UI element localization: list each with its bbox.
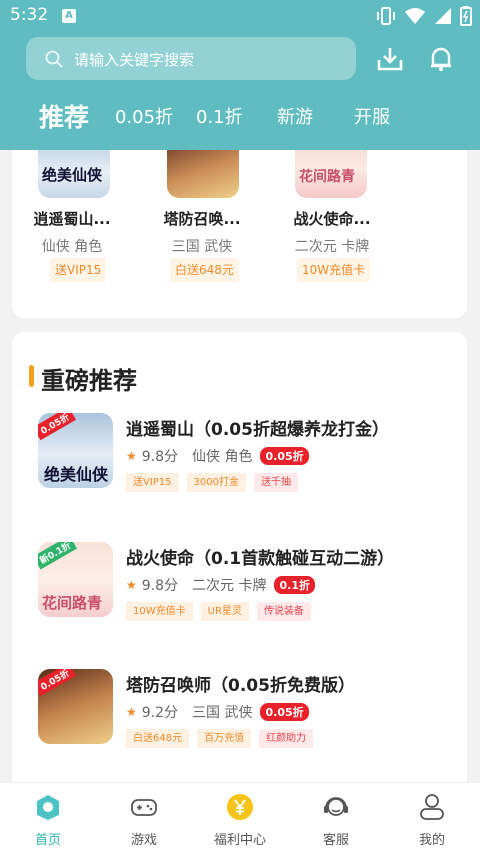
game-icon: 花间路青 bbox=[295, 150, 367, 198]
game-tags: 三国 武侠 bbox=[192, 705, 253, 721]
battery-icon bbox=[460, 6, 472, 26]
benefit-badge: 3000打金 bbox=[186, 473, 246, 492]
download-icon bbox=[377, 48, 403, 71]
nav-label: 游戏 bbox=[130, 833, 157, 848]
tab-recommend[interactable]: 推荐 bbox=[39, 96, 89, 140]
game-meta: ★ 9.8分 仙侠 角色 0.05折 bbox=[126, 445, 309, 467]
tab-005-discount[interactable]: 0.05折 bbox=[115, 96, 173, 140]
yen-coin-icon bbox=[227, 794, 253, 820]
game-tags: 二次元 卡牌 bbox=[294, 239, 370, 255]
discount-corner-badge: 新0.1折 bbox=[38, 542, 77, 570]
nav-home[interactable]: 首页 bbox=[0, 783, 96, 853]
nav-label: 首页 bbox=[34, 833, 61, 848]
star-icon: ★ bbox=[126, 449, 137, 463]
headset-icon bbox=[324, 797, 348, 816]
nav-label: 我的 bbox=[418, 833, 445, 848]
gift-badge: 送VIP15 bbox=[50, 258, 107, 282]
benefit-badge: 10W充值卡 bbox=[126, 602, 193, 621]
benefit-badges: 10W充值卡 UR星灵 传说装备 bbox=[126, 602, 311, 621]
game-tags: 二次元 卡牌 bbox=[192, 578, 267, 594]
nav-label: 客服 bbox=[322, 833, 349, 848]
game-title: 战火使命（0.1首款触碰互动二游） bbox=[126, 549, 395, 569]
benefit-badge: 白送648元 bbox=[126, 729, 190, 748]
game-tags: 三国 武侠 bbox=[171, 239, 233, 255]
benefit-badge: UR星灵 bbox=[200, 602, 249, 621]
discount-badge: 0.1折 bbox=[274, 576, 315, 594]
nav-profile[interactable]: 我的 bbox=[384, 783, 480, 853]
category-tabs: 推荐 0.05折 0.1折 新游 开服 bbox=[0, 96, 480, 142]
notification-button[interactable] bbox=[424, 42, 458, 76]
game-icon: 0.05折 绝美仙侠 bbox=[38, 413, 113, 488]
icon-lettering: 绝美仙侠 bbox=[42, 166, 103, 184]
tab-01-discount[interactable]: 0.1折 bbox=[196, 96, 243, 140]
discount-corner-badge: 0.05折 bbox=[38, 669, 77, 697]
game-title: 逍遥蜀山（0.05折超爆养龙打金） bbox=[126, 420, 389, 440]
game-tags: 仙侠 角色 bbox=[41, 239, 103, 255]
vibrate-icon bbox=[377, 7, 395, 25]
game-score: 9.8分 bbox=[141, 449, 179, 465]
nav-games[interactable]: 游戏 bbox=[96, 783, 192, 853]
game-name: 塔防召唤... bbox=[163, 210, 241, 228]
discount-corner-badge: 0.05折 bbox=[38, 413, 77, 441]
signal-icon bbox=[435, 8, 451, 24]
benefit-badge: 送VIP15 bbox=[126, 473, 179, 492]
status-icons bbox=[376, 6, 472, 26]
tab-new-games[interactable]: 新游 bbox=[277, 96, 313, 140]
discount-badge: 0.05折 bbox=[260, 703, 309, 721]
status-bar: 5:32 A bbox=[0, 0, 480, 32]
wifi-icon bbox=[405, 8, 425, 24]
game-list-item[interactable]: 0.05折 绝美仙侠 逍遥蜀山（0.05折超爆养龙打金） ★ 9.8分 仙侠 角… bbox=[12, 413, 467, 523]
search-icon bbox=[45, 50, 63, 68]
search-placeholder: 请输入关键字搜索 bbox=[74, 51, 195, 69]
bottom-navigation: 首页 游戏 福利中心 客服 我的 bbox=[0, 782, 480, 853]
game-score: 9.8分 bbox=[141, 578, 179, 594]
benefit-badge: 红颜助力 bbox=[259, 729, 314, 748]
game-meta: ★ 9.2分 三国 武侠 0.05折 bbox=[126, 701, 309, 723]
benefit-badges: 白送648元 百万充值 红颜助力 bbox=[126, 729, 314, 748]
icon-lettering: 花间路青 bbox=[299, 169, 355, 185]
game-icon bbox=[167, 150, 239, 198]
gamepad-icon bbox=[131, 799, 157, 816]
download-button[interactable] bbox=[373, 42, 407, 76]
tab-new-servers[interactable]: 开服 bbox=[354, 96, 390, 140]
bell-icon bbox=[431, 47, 451, 71]
section-title: 重磅推荐 bbox=[41, 367, 137, 395]
gift-badge: 白送648元 bbox=[170, 258, 239, 282]
game-list-item[interactable]: 0.05折 塔防召唤师（0.05折免费版） ★ 9.2分 三国 武侠 0.05折… bbox=[12, 669, 467, 779]
game-tags: 仙侠 角色 bbox=[192, 449, 253, 465]
game-list-item[interactable]: 新0.1折 花间路青 战火使命（0.1首款触碰互动二游） ★ 9.8分 二次元 … bbox=[12, 542, 467, 652]
user-icon bbox=[420, 794, 444, 820]
header: 5:32 A 请输入关键字搜索 推荐 0.05折 0.1折 新游 开服 bbox=[0, 0, 480, 150]
benefit-badge: 送千抽 bbox=[254, 473, 298, 492]
hot-games-card: 绝美仙侠 逍遥蜀山... 仙侠 角色 送VIP15 塔防召唤... 三国 武侠 … bbox=[12, 150, 467, 318]
nav-label: 福利中心 bbox=[213, 833, 266, 848]
game-meta: ★ 9.8分 二次元 卡牌 0.1折 bbox=[126, 574, 315, 596]
benefit-badges: 送VIP15 3000打金 送千抽 bbox=[126, 473, 298, 492]
star-icon: ★ bbox=[126, 705, 137, 719]
game-icon: 绝美仙侠 bbox=[38, 150, 110, 198]
game-name: 战火使命... bbox=[293, 210, 371, 228]
gift-badge: 10W充值卡 bbox=[297, 258, 371, 282]
featured-section: 重磅推荐 0.05折 绝美仙侠 逍遥蜀山（0.05折超爆养龙打金） ★ 9.8分… bbox=[12, 332, 467, 792]
game-name: 逍遥蜀山... bbox=[33, 210, 111, 228]
game-icon: 新0.1折 花间路青 bbox=[38, 542, 113, 617]
home-icon bbox=[37, 795, 59, 820]
nav-welfare[interactable]: 福利中心 bbox=[192, 783, 288, 853]
game-icon: 0.05折 bbox=[38, 669, 113, 744]
icon-lettering: 绝美仙侠 bbox=[44, 465, 109, 484]
benefit-badge: 传说装备 bbox=[256, 602, 311, 621]
search-bar[interactable]: 请输入关键字搜索 bbox=[26, 37, 356, 80]
benefit-badge: 百万充值 bbox=[197, 729, 252, 748]
game-title: 塔防召唤师（0.05折免费版） bbox=[126, 676, 355, 696]
icon-lettering: 花间路青 bbox=[42, 594, 103, 612]
notification-icon: A bbox=[62, 9, 76, 23]
section-accent-bar bbox=[29, 365, 34, 387]
star-icon: ★ bbox=[126, 578, 137, 592]
status-time: 5:32 bbox=[10, 5, 49, 25]
nav-service[interactable]: 客服 bbox=[288, 783, 384, 853]
discount-badge: 0.05折 bbox=[260, 447, 309, 465]
game-score: 9.2分 bbox=[141, 705, 179, 721]
